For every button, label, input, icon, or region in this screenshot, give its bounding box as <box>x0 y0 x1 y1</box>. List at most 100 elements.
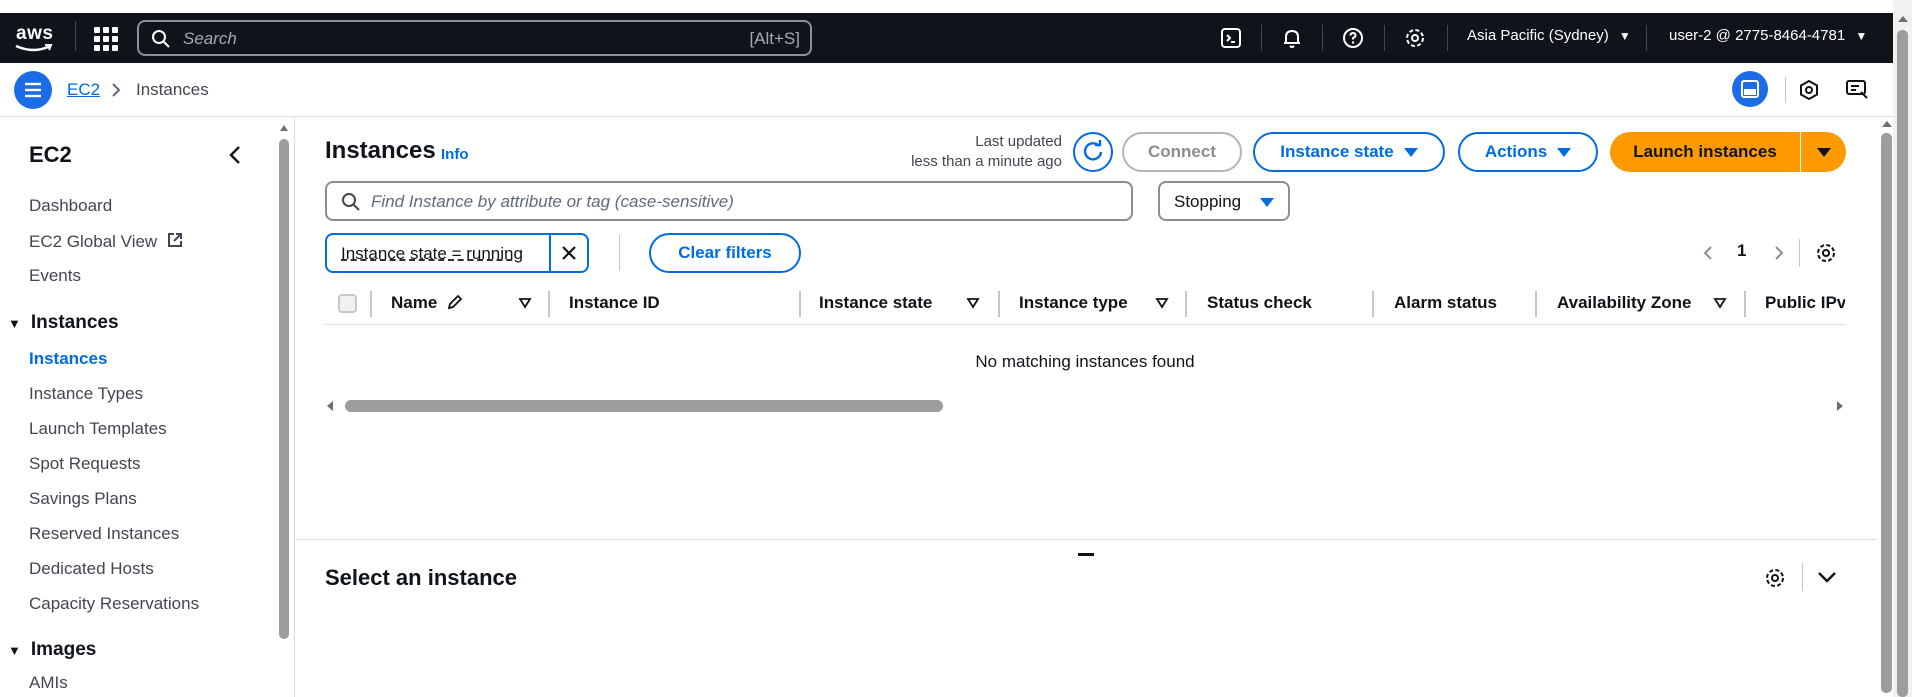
next-page-icon[interactable] <box>1773 245 1785 261</box>
scroll-up-arrow-icon[interactable] <box>279 123 289 133</box>
column-alarm-status[interactable]: Alarm status <box>1394 293 1497 313</box>
instance-state-button[interactable]: Instance state <box>1253 132 1445 172</box>
sidebar-item-instances[interactable]: Instances <box>29 349 107 369</box>
external-link-icon <box>167 233 182 247</box>
sidebar-item-launch-templates[interactable]: Launch Templates <box>29 419 167 439</box>
caret-down-icon: ▼ <box>8 642 21 658</box>
instance-state-select[interactable]: Stopping <box>1158 181 1290 221</box>
horizontal-scroll-thumb[interactable] <box>345 400 943 412</box>
divider <box>1384 25 1385 51</box>
column-instance-state[interactable]: Instance state <box>819 293 932 313</box>
region-selector[interactable]: Asia Pacific (Sydney) ▼ <box>1467 27 1631 44</box>
launch-instances-button[interactable]: Launch instances <box>1610 132 1800 172</box>
sidebar-item-events[interactable]: Events <box>29 266 81 286</box>
caret-down-icon <box>1557 147 1572 157</box>
last-updated-value: less than a minute ago <box>911 153 1062 170</box>
sidebar-item-capacity-reservations[interactable]: Capacity Reservations <box>29 594 199 614</box>
settings-gear-icon[interactable] <box>1403 26 1427 50</box>
services-grid-icon[interactable] <box>94 27 118 51</box>
column-instance-id[interactable]: Instance ID <box>569 293 660 313</box>
split-panel-divider <box>296 539 1876 540</box>
actions-button[interactable]: Actions <box>1458 132 1598 172</box>
sidebar-item-reserved-instances[interactable]: Reserved Instances <box>29 524 179 544</box>
detail-panel-title: Select an instance <box>325 565 517 590</box>
sidebar-scroll-thumb[interactable] <box>279 139 289 639</box>
region-label: Asia Pacific (Sydney) <box>1467 27 1609 44</box>
divider <box>1799 239 1800 267</box>
search-input[interactable]: Search [Alt+S] <box>137 20 812 56</box>
sort-icon[interactable] <box>1155 297 1169 309</box>
column-public-ip[interactable]: Public IPv <box>1765 293 1845 313</box>
sidebar-item-dashboard[interactable]: Dashboard <box>29 196 112 216</box>
column-name[interactable]: Name <box>391 293 464 313</box>
sidebar-item-spot-requests[interactable]: Spot Requests <box>29 454 141 474</box>
scroll-up-arrow-icon[interactable] <box>1881 119 1893 129</box>
remove-token-button[interactable] <box>551 235 587 271</box>
last-updated: Last updated less than a minute ago <box>896 132 1062 172</box>
edit-pencil-icon <box>447 294 463 310</box>
launch-instances-dropdown[interactable] <box>1801 132 1846 172</box>
cloudshell-icon[interactable] <box>1219 26 1243 50</box>
side-navigation-toggle[interactable] <box>14 71 52 109</box>
clear-filters-label: Clear filters <box>678 243 772 262</box>
sidebar-item-instance-types[interactable]: Instance Types <box>29 384 143 404</box>
sidebar-item-amis[interactable]: AMIs <box>29 673 68 693</box>
filter-token-label[interactable]: Instance state = running <box>327 235 551 271</box>
account-menu[interactable]: user-2 @ 2775-8464-4781 ▼ <box>1669 27 1867 44</box>
search-shortcut: [Alt+S] <box>749 29 800 48</box>
filter-token[interactable]: Instance state = running <box>325 233 589 273</box>
column-divider <box>1744 291 1746 317</box>
sort-icon[interactable] <box>1713 297 1727 309</box>
split-panel-toggle[interactable] <box>1732 71 1768 107</box>
search-placeholder: Search <box>183 29 237 48</box>
sidebar-section-instances[interactable]: ▼ Instances <box>8 312 119 334</box>
table-header: Name Instance ID Instance state Instance… <box>325 282 1845 325</box>
table-horizontal-scrollbar[interactable] <box>325 400 1845 412</box>
chevron-left-icon[interactable] <box>228 145 242 165</box>
main-scroll-thumb[interactable] <box>1881 133 1892 693</box>
launch-instances-label: Launch instances <box>1633 142 1777 161</box>
notifications-hex-icon[interactable] <box>1798 79 1820 101</box>
current-page[interactable]: 1 <box>1737 241 1746 261</box>
column-availability-zone[interactable]: Availability Zone <box>1557 293 1691 313</box>
connect-button[interactable]: Connect <box>1122 132 1242 172</box>
refresh-button[interactable] <box>1073 132 1113 172</box>
instance-filter-input[interactable]: Find Instance by attribute or tag (case-… <box>325 181 1133 221</box>
aws-logo-text: aws <box>16 23 54 44</box>
sort-icon[interactable] <box>966 297 980 309</box>
caret-down-icon <box>1403 147 1418 157</box>
previous-page-icon[interactable] <box>1702 245 1714 261</box>
breadcrumb-ec2[interactable]: EC2 <box>67 80 100 100</box>
sort-icon[interactable] <box>518 297 532 309</box>
sidebar-item-global-view[interactable]: EC2 Global View <box>29 231 184 252</box>
window-scrollbar[interactable] <box>1893 0 1912 697</box>
sidebar-item-dedicated-hosts[interactable]: Dedicated Hosts <box>29 559 154 579</box>
sidebar-scrollbar[interactable] <box>279 123 289 683</box>
aws-smile-icon <box>15 44 53 52</box>
top-navigation-bar: aws Search [Alt+S] Asia Pacific (Sydney)… <box>0 0 1893 63</box>
divider <box>1785 77 1786 103</box>
sidebar-item-savings-plans[interactable]: Savings Plans <box>29 489 137 509</box>
feedback-icon[interactable] <box>1845 79 1869 101</box>
scroll-right-arrow-icon[interactable] <box>1835 400 1845 412</box>
aws-logo[interactable]: aws <box>14 23 56 53</box>
preferences-gear-icon[interactable] <box>1815 242 1837 264</box>
main-scrollbar[interactable] <box>1880 117 1893 697</box>
column-instance-type[interactable]: Instance type <box>1019 293 1128 313</box>
scroll-left-arrow-icon[interactable] <box>325 400 335 412</box>
window-scroll-thumb[interactable] <box>1897 30 1908 697</box>
clear-filters-button[interactable]: Clear filters <box>649 233 801 273</box>
bell-icon[interactable] <box>1280 26 1304 50</box>
column-status-check[interactable]: Status check <box>1207 293 1312 313</box>
select-all-checkbox[interactable] <box>338 294 357 313</box>
column-label: Name <box>391 293 438 312</box>
split-panel-resize-handle[interactable] <box>1078 553 1094 556</box>
help-icon[interactable] <box>1341 26 1365 50</box>
scroll-up-arrow-icon[interactable] <box>1897 14 1909 24</box>
info-link[interactable]: Info <box>441 146 469 163</box>
chevron-down-icon[interactable] <box>1817 570 1837 584</box>
sidebar-section-images[interactable]: ▼ Images <box>8 639 96 661</box>
split-panel-settings-gear-icon[interactable] <box>1764 567 1786 589</box>
divider <box>619 235 620 271</box>
empty-state-message: No matching instances found <box>975 352 1195 371</box>
